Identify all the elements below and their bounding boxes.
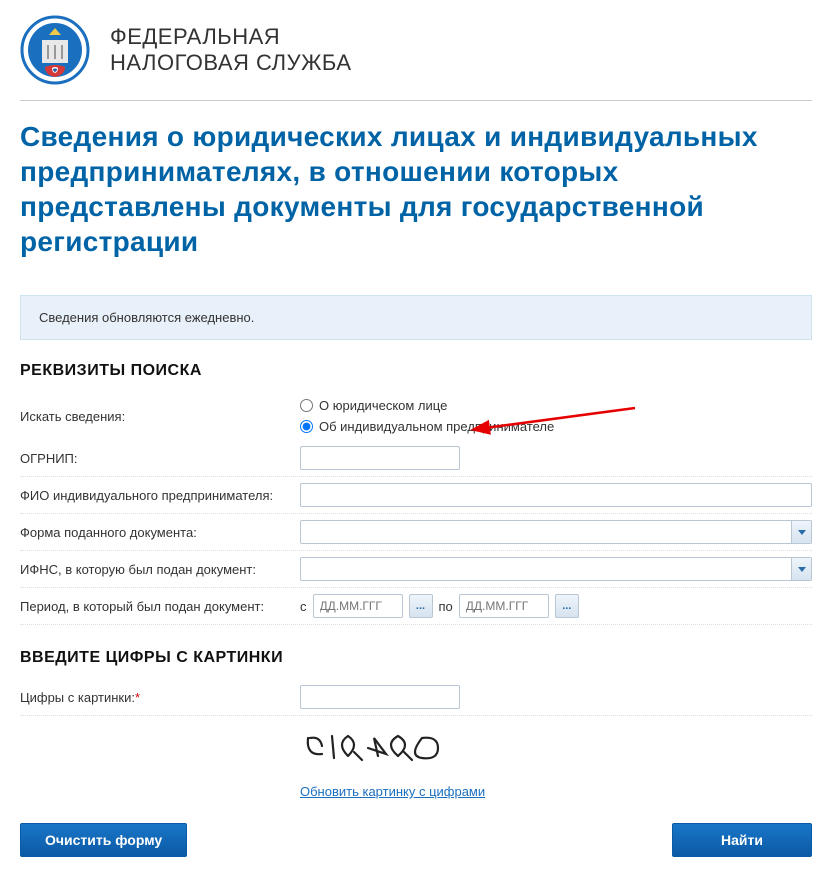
period-from-input[interactable] [313, 594, 403, 618]
org-line-1: ФЕДЕРАЛЬНАЯ [110, 24, 352, 50]
ogrnip-input[interactable] [300, 446, 460, 470]
row-doc-form: Форма поданного документа: [20, 514, 812, 551]
clear-form-button[interactable]: Очистить форму [20, 823, 187, 857]
row-fio: ФИО индивидуального предпринимателя: [20, 477, 812, 514]
radio-group-entity-type: О юридическом лице Об индивидуальном пре… [300, 398, 554, 434]
row-ifns: ИФНС, в которую был подан документ: [20, 551, 812, 588]
search-section: РЕКВИЗИТЫ ПОИСКА Искать сведения: О юрид… [20, 362, 812, 625]
required-mark: * [135, 690, 140, 705]
ifns-select[interactable] [300, 557, 812, 581]
label-ifns: ИФНС, в которую был подан документ: [20, 562, 300, 577]
label-doc-form: Форма поданного документа: [20, 525, 300, 540]
radio-individual-input[interactable] [300, 420, 313, 433]
fio-input[interactable] [300, 483, 812, 507]
captcha-image [300, 726, 812, 776]
chevron-down-icon [791, 521, 811, 543]
label-ogrnip: ОГРНИП: [20, 451, 300, 466]
label-period: Период, в который был подан документ: [20, 599, 300, 614]
button-row: Очистить форму Найти [20, 823, 812, 877]
org-line-2: НАЛОГОВАЯ СЛУЖБА [110, 50, 352, 76]
captcha-section-title: ВВЕДИТЕ ЦИФРЫ С КАРТИНКИ [20, 649, 812, 667]
org-title: ФЕДЕРАЛЬНАЯ НАЛОГОВАЯ СЛУЖБА [110, 24, 352, 77]
period-from-label: с [300, 599, 307, 614]
radio-legal-entity[interactable]: О юридическом лице [300, 398, 554, 413]
header: ФЕДЕРАЛЬНАЯ НАЛОГОВАЯ СЛУЖБА [20, 0, 812, 101]
captcha-input[interactable] [300, 685, 460, 709]
captcha-section: ВВЕДИТЕ ЦИФРЫ С КАРТИНКИ Цифры с картинк… [20, 649, 812, 799]
chevron-down-icon [791, 558, 811, 580]
row-captcha: Цифры с картинки:* [20, 679, 812, 716]
radio-legal-input[interactable] [300, 399, 313, 412]
doc-form-select[interactable] [300, 520, 812, 544]
radio-legal-label: О юридическом лице [319, 398, 447, 413]
update-notice: Сведения обновляются ежедневно. [20, 295, 812, 340]
label-search-type: Искать сведения: [20, 409, 300, 424]
label-captcha: Цифры с картинки:* [20, 690, 300, 705]
radio-individual-entrepreneur[interactable]: Об индивидуальном предпринимателе [300, 419, 554, 434]
period-to-picker-button[interactable]: ... [555, 594, 579, 618]
page-title: Сведения о юридических лицах и индивидуа… [20, 101, 812, 277]
radio-individual-label: Об индивидуальном предпринимателе [319, 419, 554, 434]
search-section-title: РЕКВИЗИТЫ ПОИСКА [20, 362, 812, 380]
row-period: Период, в который был подан документ: с … [20, 588, 812, 625]
period-to-input[interactable] [459, 594, 549, 618]
label-fio: ФИО индивидуального предпринимателя: [20, 488, 300, 503]
row-ogrnip: ОГРНИП: [20, 440, 812, 477]
period-from-picker-button[interactable]: ... [409, 594, 433, 618]
period-to-label: по [439, 599, 453, 614]
row-search-type: Искать сведения: О юридическом лице Об и… [20, 392, 812, 440]
fns-logo-icon [20, 15, 90, 85]
refresh-captcha-link[interactable]: Обновить картинку с цифрами [300, 784, 812, 799]
find-button[interactable]: Найти [672, 823, 812, 857]
